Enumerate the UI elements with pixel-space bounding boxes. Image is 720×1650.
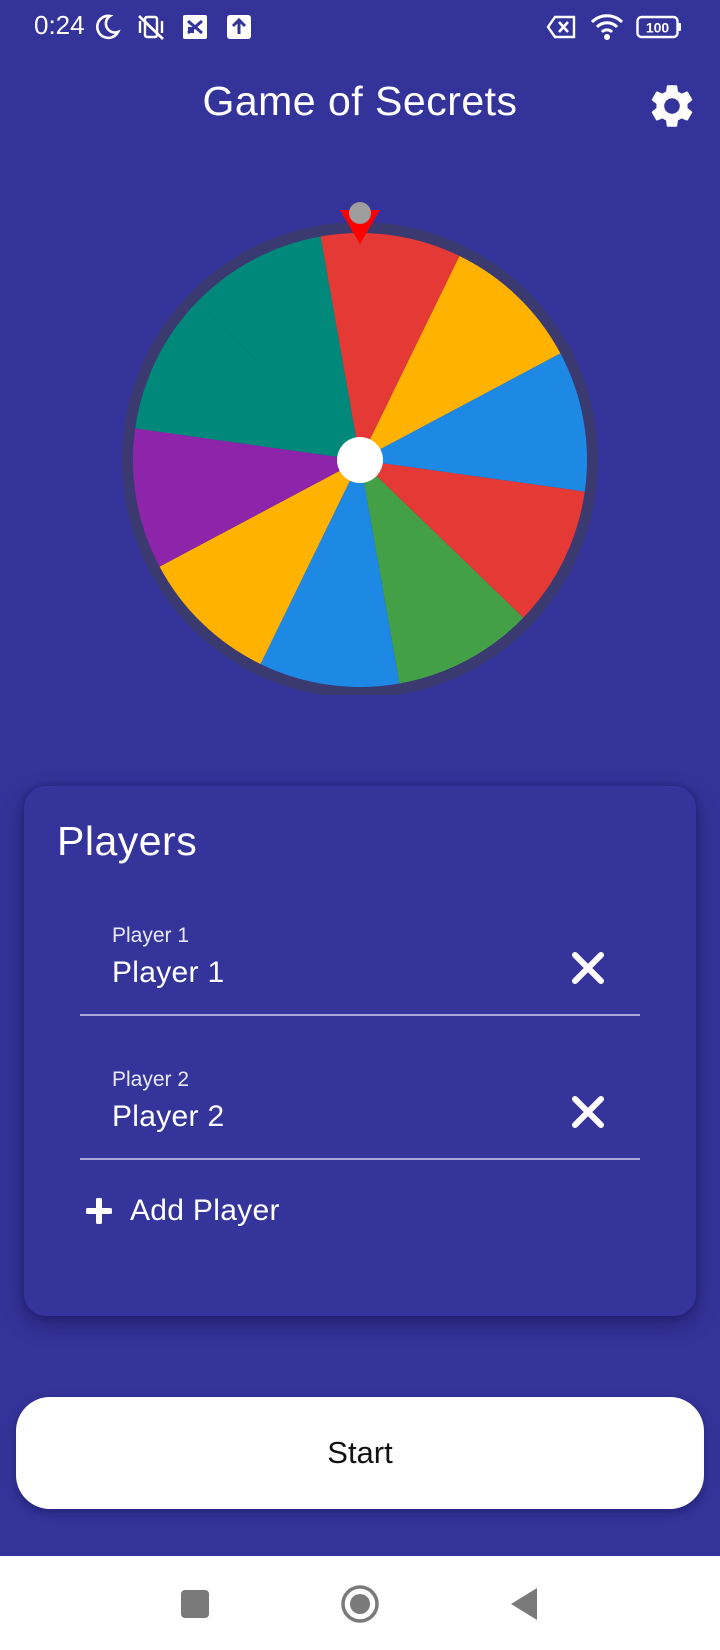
home-circle-icon xyxy=(341,1585,379,1623)
players-card: Players Player 1 Player 2 Add Player xyxy=(24,786,696,1316)
start-button[interactable]: Start xyxy=(16,1397,704,1509)
remove-player-button[interactable] xyxy=(568,948,608,988)
vibrate-off-icon xyxy=(138,15,164,40)
remove-player-button[interactable] xyxy=(568,1092,608,1132)
spin-wheel[interactable] xyxy=(120,200,600,695)
battery-level: 100 xyxy=(646,20,670,36)
status-icons-right: 100 xyxy=(546,12,682,42)
back-triangle-icon xyxy=(511,1588,537,1620)
home-button[interactable] xyxy=(340,1584,380,1624)
plus-icon xyxy=(86,1198,112,1224)
wifi-icon xyxy=(590,14,624,40)
upload-icon xyxy=(227,15,251,39)
app-title: Game of Secrets xyxy=(202,78,518,124)
screen-record-icon xyxy=(183,15,207,39)
add-player-button[interactable]: Add Player xyxy=(86,1184,280,1238)
recents-button[interactable] xyxy=(175,1584,215,1624)
wheel-pointer-knob xyxy=(349,202,371,224)
status-bar: 0:24 100 xyxy=(0,0,720,56)
no-sim-icon xyxy=(546,15,576,39)
player-field-label: Player 1 xyxy=(112,924,190,947)
player-name-input[interactable] xyxy=(112,1096,532,1138)
add-player-label: Add Player xyxy=(130,1194,280,1227)
back-button[interactable] xyxy=(505,1584,545,1624)
player-field: Player 1 xyxy=(80,910,640,1016)
player-field: Player 2 xyxy=(80,1054,640,1160)
close-icon xyxy=(572,1096,604,1128)
settings-button[interactable] xyxy=(646,80,698,132)
wheel-hub xyxy=(337,437,383,483)
system-nav-bar xyxy=(0,1556,720,1650)
player-field-label: Player 2 xyxy=(112,1068,190,1091)
players-title: Players xyxy=(57,818,198,864)
battery-icon: 100 xyxy=(636,15,681,39)
close-icon xyxy=(572,952,604,984)
moon-icon xyxy=(95,14,121,40)
player-name-input[interactable] xyxy=(112,952,532,994)
status-icons-left xyxy=(92,12,254,42)
gear-icon xyxy=(651,85,693,127)
recents-square-icon xyxy=(181,1590,209,1618)
status-time: 0:24 xyxy=(34,10,85,40)
